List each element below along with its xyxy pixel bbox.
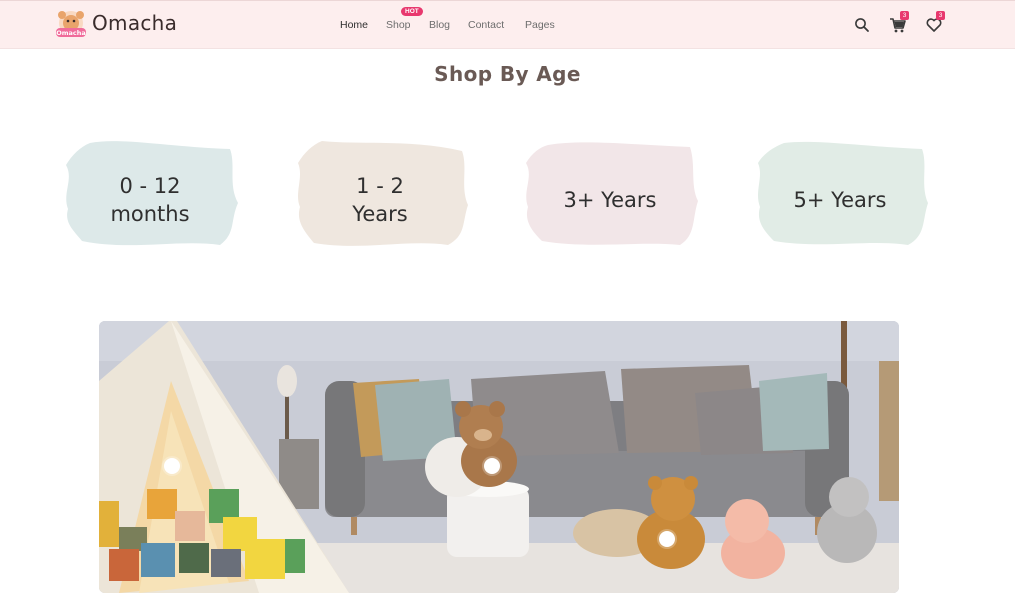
cart-count-badge: 3	[900, 11, 909, 20]
age-card-5-plus-years[interactable]: 5+ Years	[750, 135, 930, 253]
product-hotspot[interactable]	[164, 458, 180, 474]
nav-home[interactable]: Home	[340, 19, 368, 31]
age-card-3-plus-years[interactable]: 3+ Years	[520, 135, 700, 253]
brand-name[interactable]: Omacha	[92, 11, 177, 35]
nav-pages[interactable]: Pages	[525, 19, 555, 31]
heart-icon[interactable]: 3	[924, 11, 945, 35]
search-icon[interactable]	[852, 15, 872, 35]
hero-nursery-image	[99, 321, 899, 593]
cart-icon[interactable]: 3	[888, 11, 909, 35]
nursery-scene-illustration	[99, 321, 899, 593]
product-hotspot[interactable]	[484, 458, 500, 474]
hot-badge: HOT	[401, 7, 423, 16]
age-label[interactable]: 0 - 12 months	[60, 135, 240, 253]
age-label[interactable]: 3+ Years	[520, 135, 700, 253]
age-card-1-2-years[interactable]: 1 - 2 Years	[290, 135, 470, 253]
nav-contact[interactable]: Contact	[468, 19, 504, 31]
svg-text:Omacha: Omacha	[56, 29, 86, 37]
site-header: Omacha Omacha Home Shop HOT Blog Contact…	[0, 0, 1015, 49]
brand-logo-icon[interactable]: Omacha	[52, 9, 90, 43]
product-hotspot[interactable]	[659, 531, 675, 547]
nav-blog[interactable]: Blog	[429, 19, 450, 31]
section-title: Shop By Age	[434, 62, 581, 86]
wishlist-count-badge: 3	[936, 11, 945, 20]
age-label[interactable]: 5+ Years	[750, 135, 930, 253]
age-label[interactable]: 1 - 2 Years	[290, 135, 470, 253]
nav-shop[interactable]: Shop	[386, 19, 411, 31]
age-card-0-12-months[interactable]: 0 - 12 months	[60, 135, 240, 253]
